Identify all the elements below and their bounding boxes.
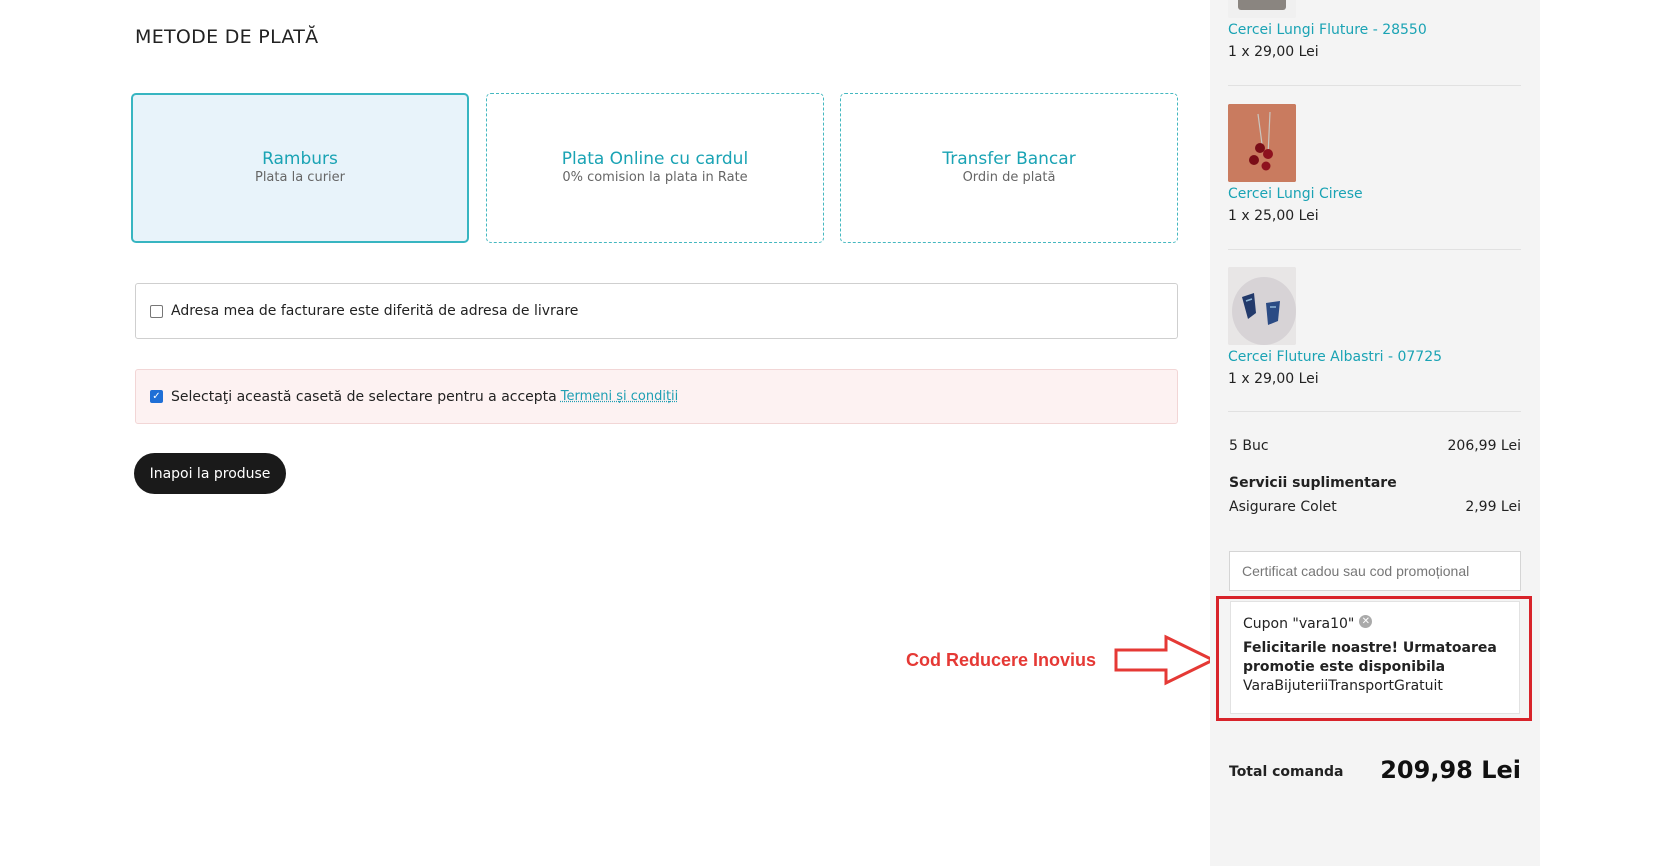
product-thumbnail[interactable] [1228, 104, 1296, 182]
cart-item-name[interactable]: Cercei Fluture Albastri - 07725 [1228, 349, 1521, 365]
divider [1228, 249, 1521, 250]
section-title: METODE DE PLATĂ [135, 26, 319, 48]
terms-checkbox[interactable] [150, 390, 163, 403]
close-icon[interactable]: ✕ [1359, 614, 1373, 628]
cart-item-qty: 1 x 25,00 Lei [1228, 208, 1319, 224]
annotation-label: Cod Reducere Inovius [906, 650, 1097, 670]
cart-item-qty: 1 x 29,00 Lei [1228, 44, 1319, 60]
checkout-main: METODE DE PLATĂ Ramburs Plata la curier … [0, 0, 1210, 866]
terms-label: Selectaţi această casetă de selectare pe… [171, 388, 557, 405]
coupon-message: Felicitarile noastre! Urmatoarea promoti… [1243, 640, 1497, 675]
cart-item-name[interactable]: Cercei Lungi Fluture - 28550 [1228, 22, 1521, 38]
billing-checkbox[interactable] [150, 304, 163, 318]
payment-option-ramburs[interactable]: Ramburs Plata la curier [131, 93, 469, 243]
cart-item: Cercei Lungi Fluture - 28550 1 x 29,00 L… [1228, 0, 1521, 60]
insurance-label: Asigurare Colet [1229, 499, 1337, 515]
total-label: Total comanda [1229, 764, 1344, 780]
page-margin [1540, 0, 1671, 866]
coupon-box: Cupon "vara10" ✕ Felicitarile noastre! U… [1230, 601, 1520, 714]
payment-option-title: Plata Online cu cardul [561, 149, 749, 169]
subtotal-row: 5 Buc 206,99 Lei [1229, 438, 1521, 454]
coupon-line: Cupon "vara10" ✕ [1243, 614, 1507, 632]
extras-title-label: Servicii suplimentare [1229, 475, 1397, 491]
insurance-price: 2,99 Lei [1465, 499, 1521, 515]
payment-option-subtitle: Plata la curier [254, 170, 345, 185]
promo-code-input[interactable] [1229, 551, 1521, 591]
payment-option-title: Ramburs [262, 149, 338, 169]
cart-item-qty: 1 x 29,00 Lei [1228, 371, 1319, 387]
cart-item: Cercei Fluture Albastri - 07725 1 x 29,0… [1228, 267, 1521, 387]
extras-title: Servicii suplimentare [1229, 475, 1521, 491]
insurance-row: Asigurare Colet 2,99 Lei [1229, 499, 1521, 515]
divider [1228, 411, 1521, 412]
item-count: 5 Buc [1229, 438, 1269, 454]
billing-address-option: Adresa mea de facturare este diferită de… [135, 283, 1178, 339]
coupon-promo-name: VaraBijuteriiTransportGratuit [1243, 678, 1443, 694]
payment-option-subtitle: Ordin de plată [962, 170, 1056, 185]
payment-option-title: Transfer Bancar [942, 149, 1076, 169]
back-to-products-button[interactable]: Inapoi la produse [134, 453, 286, 494]
product-thumbnail[interactable] [1228, 0, 1296, 18]
terms-option: Selectaţi această casetă de selectare pe… [135, 369, 1178, 424]
cart-item-name[interactable]: Cercei Lungi Cirese [1228, 186, 1521, 202]
payment-option-card[interactable]: Plata Online cu cardul 0% comision la pl… [486, 93, 824, 243]
subtotal-value: 206,99 Lei [1447, 438, 1522, 454]
cart-item: Cercei Lungi Cirese 1 x 25,00 Lei [1228, 104, 1521, 224]
annotation-arrow-icon [1114, 634, 1216, 686]
payment-option-transfer[interactable]: Transfer Bancar Ordin de plată [840, 93, 1178, 243]
product-thumbnail[interactable] [1228, 267, 1296, 345]
total-value: 209,98 Lei [1380, 756, 1521, 784]
coupon-label: Cupon "vara10" [1243, 616, 1355, 632]
divider [1228, 85, 1521, 86]
billing-label: Adresa mea de facturare este diferită de… [171, 303, 579, 319]
payment-option-subtitle: 0% comision la plata in Rate [562, 170, 748, 185]
terms-link[interactable]: Termeni și condiții [561, 389, 679, 404]
